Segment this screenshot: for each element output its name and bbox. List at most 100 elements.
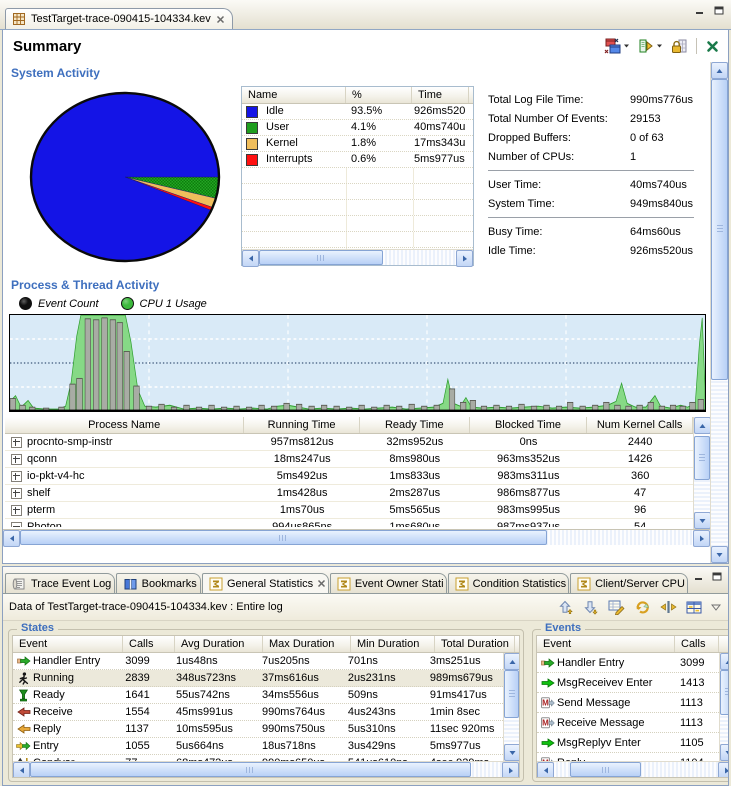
column-header-event[interactable]: Event bbox=[537, 636, 675, 652]
table-row[interactable]: User 4.1% 40ms740u bbox=[242, 120, 473, 136]
table-row[interactable]: Handler Entry 3099 bbox=[537, 653, 719, 673]
states-hscrollbar[interactable] bbox=[13, 761, 519, 777]
collapse-icon[interactable] bbox=[659, 598, 678, 616]
column-header-event[interactable]: Event bbox=[13, 636, 123, 652]
events-hscrollbar[interactable] bbox=[537, 761, 728, 777]
scroll-thumb[interactable] bbox=[720, 670, 728, 715]
scroll-track[interactable] bbox=[554, 762, 718, 777]
refresh-icon[interactable] bbox=[633, 598, 652, 616]
table-row[interactable]: procnto-smp-instr 957ms812us 32ms952us 0ns 2… bbox=[5, 434, 693, 451]
scroll-down-icon[interactable] bbox=[504, 744, 519, 761]
scroll-down-icon[interactable] bbox=[694, 512, 710, 529]
table-row[interactable]: shelf 1ms428us 2ms287us 986ms877us 47 bbox=[5, 485, 693, 502]
scroll-thumb[interactable] bbox=[30, 762, 471, 777]
edit-filter-icon[interactable] bbox=[607, 598, 626, 616]
dropdown-arrow-icon[interactable] bbox=[656, 43, 663, 49]
maximize-icon[interactable] bbox=[711, 4, 726, 17]
process-table-vscrollbar[interactable] bbox=[693, 417, 710, 529]
scroll-down-icon[interactable] bbox=[711, 546, 728, 563]
table-row[interactable]: MsgReceivev Enter 1413 bbox=[537, 673, 719, 693]
column-header-running-time[interactable]: Running Time bbox=[244, 417, 360, 433]
expand-icon[interactable] bbox=[11, 504, 22, 516]
scroll-up-icon[interactable] bbox=[720, 653, 728, 670]
editor-hscrollbar[interactable] bbox=[3, 529, 710, 547]
table-view-icon[interactable] bbox=[685, 599, 703, 616]
minimize-icon[interactable] bbox=[692, 4, 707, 17]
column-header-time[interactable]: Time bbox=[412, 87, 469, 103]
editor-tab[interactable]: TestTarget-trace-090415-104334.kev bbox=[5, 8, 233, 29]
view-switch-icon[interactable] bbox=[603, 37, 631, 55]
tab-close-icon[interactable] bbox=[317, 579, 326, 588]
scroll-track[interactable] bbox=[259, 250, 456, 265]
table-row[interactable]: Photon 994us865ns 1ms680us 987ms937us 54 bbox=[5, 519, 693, 527]
scroll-thumb[interactable] bbox=[694, 435, 710, 481]
table-row[interactable]: MReply1104 bbox=[537, 753, 719, 761]
maximize-icon[interactable] bbox=[709, 570, 724, 583]
tab-bookmarks[interactable]: Bookmarks bbox=[115, 573, 201, 593]
expand-icon[interactable] bbox=[11, 470, 22, 482]
scroll-right-icon[interactable] bbox=[456, 250, 473, 267]
table-row[interactable]: M Receive Message 1113 bbox=[537, 713, 719, 733]
scroll-thumb[interactable] bbox=[504, 670, 519, 718]
table-row[interactable]: Kernel 1.8% 17ms343u bbox=[242, 136, 473, 152]
tab-trace-event-log[interactable]: Trace Event Log bbox=[5, 573, 115, 593]
column-header-num-kernel-calls[interactable]: Num Kernel Calls bbox=[587, 417, 693, 433]
tab-general-statistics[interactable]: General Statistics bbox=[201, 573, 329, 593]
column-header-process-name[interactable]: Process Name bbox=[5, 417, 245, 433]
table-row[interactable]: qconn 18ms247us 8ms980us 963ms352us 1426 bbox=[5, 451, 693, 468]
scroll-down-icon[interactable] bbox=[720, 744, 728, 761]
table-row[interactable]: Handler Entry 3099 1us48ns 7us205ns 701ns 3ms… bbox=[13, 653, 503, 670]
scroll-left-icon[interactable] bbox=[13, 762, 30, 777]
table-row[interactable]: Reply 1137 10ms595us 990ms750us 5us310ns 11se… bbox=[13, 721, 503, 738]
scroll-right-icon[interactable] bbox=[693, 530, 710, 547]
scroll-up-icon[interactable] bbox=[694, 417, 710, 434]
tab-close-icon[interactable] bbox=[216, 15, 225, 24]
scroll-thumb[interactable] bbox=[20, 530, 547, 545]
arrow-down-gold-icon[interactable] bbox=[582, 598, 600, 616]
arrow-up-gold-icon[interactable] bbox=[557, 598, 575, 616]
scroll-track[interactable] bbox=[20, 530, 693, 545]
scroll-thumb[interactable] bbox=[570, 762, 642, 777]
table-row[interactable]: Interrupts 0.6% 5ms977us bbox=[242, 152, 473, 168]
dropdown-arrow-icon[interactable] bbox=[623, 43, 630, 49]
table-row[interactable]: io-pkt-v4-hc 5ms492us 1ms833us 983ms311us 36… bbox=[5, 468, 693, 485]
column-header-ready-time[interactable]: Ready Time bbox=[360, 417, 470, 433]
table-row[interactable]: MsgReplyv Enter 1105 bbox=[537, 733, 719, 753]
scroll-track[interactable] bbox=[504, 670, 519, 744]
table-row[interactable]: Running 2839 348us723ns 37ms616us 2us231ns 98… bbox=[13, 670, 503, 687]
scroll-up-icon[interactable] bbox=[504, 653, 519, 670]
expand-icon[interactable] bbox=[11, 487, 22, 499]
table-row[interactable]: pterm 1ms70us 5ms565us 983ms995us 96 bbox=[5, 502, 693, 519]
events-vscrollbar[interactable] bbox=[719, 653, 728, 761]
column-header-blocked-time[interactable]: Blocked Time bbox=[470, 417, 588, 433]
table-row[interactable]: Ready 1641 55us742ns 34ms556us 509ns 91ms417u… bbox=[13, 687, 503, 704]
column-header-total-duration[interactable]: Total Duration bbox=[435, 636, 515, 652]
table-row[interactable]: Idle 93.5% 926ms520 bbox=[242, 104, 473, 120]
tab-client-server-cpu[interactable]: Client/Server CPU bbox=[570, 573, 688, 593]
expand-icon[interactable] bbox=[11, 453, 22, 465]
table-row[interactable]: Entry 1055 5us664ns 18us718ns 3us429ns 5ms977… bbox=[13, 738, 503, 755]
collapse-icon[interactable] bbox=[11, 521, 22, 527]
scroll-track[interactable] bbox=[720, 670, 728, 744]
scroll-right-icon[interactable] bbox=[718, 762, 728, 777]
scroll-right-icon[interactable] bbox=[502, 762, 519, 777]
column-header-avg-duration[interactable]: Avg Duration bbox=[175, 636, 263, 652]
close-summary-icon[interactable] bbox=[705, 39, 720, 54]
tab-condition-statistics[interactable]: Condition Statistics bbox=[447, 573, 570, 593]
column-header-max-duration[interactable]: Max Duration bbox=[263, 636, 351, 652]
scroll-left-icon[interactable] bbox=[3, 530, 20, 547]
expand-icon[interactable] bbox=[11, 436, 22, 448]
minimize-icon[interactable] bbox=[691, 570, 706, 583]
scroll-thumb[interactable] bbox=[259, 250, 384, 265]
column-header-calls[interactable]: Calls bbox=[675, 636, 719, 652]
dropdown-tri-icon[interactable] bbox=[710, 603, 722, 612]
column-header-name[interactable]: Name bbox=[242, 87, 346, 103]
lock-icon[interactable] bbox=[670, 37, 688, 55]
scroll-left-icon[interactable] bbox=[242, 250, 259, 267]
report-icon[interactable] bbox=[637, 37, 664, 55]
scroll-thumb[interactable] bbox=[711, 79, 728, 380]
scroll-track[interactable] bbox=[694, 434, 710, 512]
scroll-track[interactable] bbox=[30, 762, 502, 777]
table-row[interactable]: Receive 1554 45ms991us 990ms764us 4us243ns 1m… bbox=[13, 704, 503, 721]
column-header-min-duration[interactable]: Min Duration bbox=[351, 636, 435, 652]
